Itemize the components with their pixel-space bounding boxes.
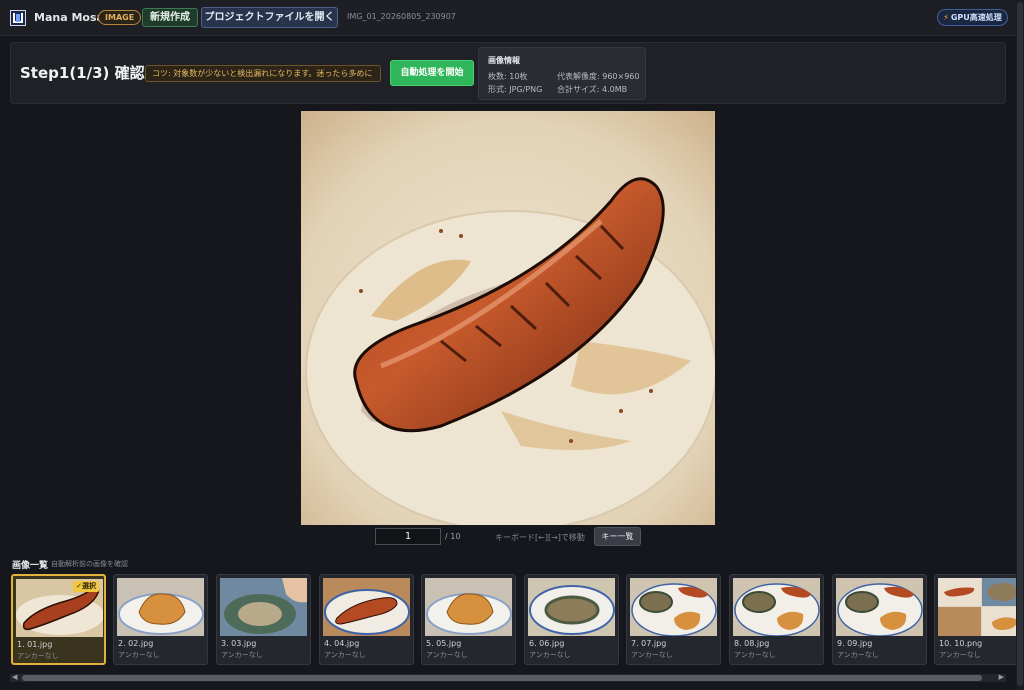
horizontal-scrollbar[interactable]: ◀ ▶ [10, 673, 1006, 682]
thumbnail-item[interactable]: 10. 10.png アンカーなし [934, 574, 1024, 665]
image-info-heading: 画像情報 [488, 56, 520, 65]
thumbnail-anchor-status: アンカーなし [17, 652, 59, 660]
thumbnail-anchor-status: アンカーなし [837, 651, 879, 659]
vertical-scrollbar-thumb[interactable] [1017, 2, 1023, 686]
step-panel: Step1(1/3) 確認 コツ: 対象数が少ないと検出漏れになります。迷ったら… [10, 42, 1006, 104]
image-resolution: 代表解像度: 960×960 [557, 72, 640, 81]
thumbnail-image [117, 578, 204, 636]
thumbnail-filename: 9. 09.jpg [837, 639, 873, 648]
thumbnail-item[interactable]: 9. 09.jpg アンカーなし [832, 574, 927, 665]
thumbnail-anchor-status: アンカーなし [939, 651, 981, 659]
thumbnail-anchor-status: アンカーなし [426, 651, 468, 659]
step-title: Step1(1/3) 確認 [20, 64, 145, 82]
gallery-subtitle: 自動解析前の画像を確認 [51, 560, 128, 568]
vertical-scrollbar[interactable] [1016, 0, 1024, 690]
image-total-size: 合計サイズ: 4.0MB [557, 85, 628, 94]
thumbnail-image [630, 578, 717, 636]
start-auto-process-button[interactable]: 自動処理を開始 [390, 60, 474, 86]
mode-badge: IMAGE [98, 10, 142, 25]
thumbnail-anchor-status: アンカーなし [118, 651, 160, 659]
thumbnail-filename: 1. 01.jpg [17, 640, 53, 649]
gpu-badge-label: GPU高速処理 [950, 13, 1002, 22]
thumbnail-filename: 7. 07.jpg [631, 639, 667, 648]
thumbnail-image [528, 578, 615, 636]
thumbnail-item[interactable]: 5. 05.jpg アンカーなし [421, 574, 516, 665]
tip-banner: コツ: 対象数が少ないと検出漏れになります。迷ったら多めに [145, 65, 381, 82]
thumbnail-image [733, 578, 820, 636]
image-format: 形式: JPG/PNG [488, 85, 543, 94]
selected-badge: ✓選択 [73, 581, 99, 592]
thumbnail-item[interactable]: ✓選択 1. 01.jpg アンカーなし [11, 574, 106, 665]
main-image-preview[interactable] [301, 111, 715, 525]
thumbnail-image [220, 578, 307, 636]
sausage-illustration [301, 111, 715, 525]
thumbnail-filename: 8. 08.jpg [734, 639, 770, 648]
key-list-button[interactable]: キー一覧 [594, 527, 641, 546]
thumbnail-item[interactable]: 4. 04.jpg アンカーなし [319, 574, 414, 665]
image-count: 枚数: 10枚 [488, 72, 528, 81]
thumbnail-anchor-status: アンカーなし [221, 651, 263, 659]
thumbnail-filename: 4. 04.jpg [324, 639, 360, 648]
thumbnail-item[interactable]: 2. 02.jpg アンカーなし [113, 574, 208, 665]
keyboard-hint: キーボード[←][→]で移動 [495, 533, 585, 542]
thumbnail-anchor-status: アンカーなし [324, 651, 366, 659]
top-bar: Mana Mosaic IMAGE 新規作成 プロジェクトファイルを開く IMG… [0, 0, 1016, 36]
thumbnail-image [938, 578, 1024, 636]
thumbnail-anchor-status: アンカーなし [631, 651, 673, 659]
gallery-title: 画像一覧 [12, 561, 49, 571]
thumbnail-item[interactable]: 3. 03.jpg アンカーなし [216, 574, 311, 665]
thumbnail-image [323, 578, 410, 636]
scroll-right-icon[interactable]: ▶ [999, 673, 1004, 681]
project-name: IMG_01_20260805_230907 [347, 12, 456, 21]
thumbnail-item[interactable]: 6. 06.jpg アンカーなし [524, 574, 619, 665]
open-project-button[interactable]: プロジェクトファイルを開く [201, 7, 338, 28]
thumbnail-anchor-status: アンカーなし [734, 651, 776, 659]
app-logo-icon [10, 10, 26, 26]
thumbnail-item[interactable]: 7. 07.jpg アンカーなし [626, 574, 721, 665]
new-project-button[interactable]: 新規作成 [142, 8, 198, 27]
thumbnail-image [836, 578, 923, 636]
thumbnail-filename: 6. 06.jpg [529, 639, 565, 648]
thumbnail-anchor-status: アンカーなし [529, 651, 571, 659]
page-total: / 10 [445, 532, 461, 541]
thumbnail-filename: 5. 05.jpg [426, 639, 462, 648]
thumbnail-filename: 10. 10.png [939, 639, 983, 648]
thumbnail-filename: 2. 02.jpg [118, 639, 154, 648]
thumbnail-filename: 3. 03.jpg [221, 639, 257, 648]
lightning-icon: ⚡ [943, 13, 949, 22]
page-number-input[interactable]: 1 [375, 528, 441, 545]
thumbnail-item[interactable]: 8. 08.jpg アンカーなし [729, 574, 824, 665]
gpu-badge: ⚡ GPU高速処理 [937, 9, 1008, 26]
thumbnail-image [425, 578, 512, 636]
scroll-left-icon[interactable]: ◀ [12, 673, 17, 681]
scrollbar-thumb[interactable] [22, 675, 982, 681]
image-info-panel: 画像情報 枚数: 10枚 代表解像度: 960×960 形式: JPG/PNG … [478, 47, 646, 100]
